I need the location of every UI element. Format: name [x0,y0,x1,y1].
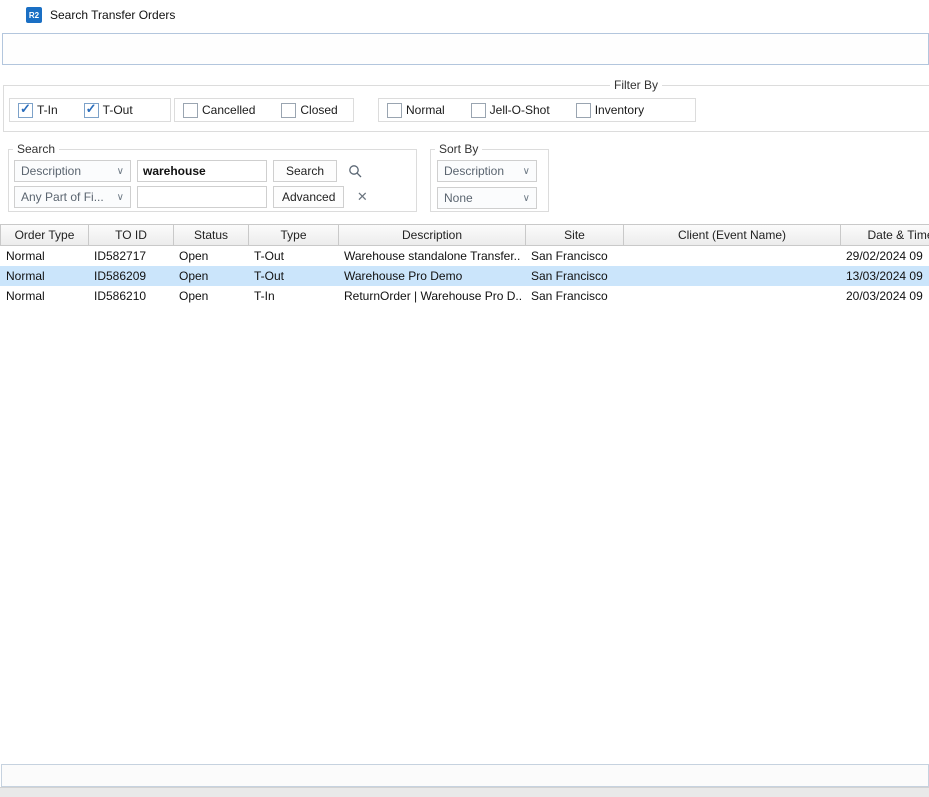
checkbox-label: Inventory [595,103,644,117]
search-button[interactable]: Search [273,160,337,182]
chevron-down-icon: ∨ [523,193,530,204]
column-header[interactable]: Status [174,224,249,246]
table-cell: ReturnOrder | Warehouse Pro D.. [338,289,525,303]
sort-secondary-value: None [444,191,473,205]
toolbar-panel [2,33,929,65]
transfer-direction-group: T-In T-Out [9,98,171,122]
table-cell: Normal [0,269,88,283]
checkbox-normal[interactable]: Normal [387,103,445,118]
checkbox-icon [18,103,33,118]
search-secondary-input[interactable] [137,186,267,208]
checkbox-label: T-Out [103,103,133,117]
search-row-1: Description ∨ Search [9,160,416,182]
table-body: NormalID582717OpenT-OutWarehouse standal… [0,246,929,306]
window-bottom-edge [0,787,929,797]
search-group: Search Description ∨ Search Any Part of … [8,142,417,212]
table-cell: Open [173,249,248,263]
table-cell: ID586210 [88,289,173,303]
status-bar [1,764,929,787]
checkbox-icon [387,103,402,118]
checkbox-label: Normal [406,103,445,117]
checkbox-label: T-In [37,103,58,117]
chevron-down-icon: ∨ [523,166,530,177]
table-row[interactable]: NormalID582717OpenT-OutWarehouse standal… [0,246,929,266]
search-match-dropdown[interactable]: Any Part of Fi... ∨ [14,186,131,208]
sort-primary-value: Description [444,164,504,178]
column-header[interactable]: Description [339,224,526,246]
checkbox-icon [576,103,591,118]
checkbox-t-in[interactable]: T-In [18,103,58,118]
table-cell: T-Out [248,249,338,263]
filter-by-label: Filter By [610,78,662,92]
table-cell: San Francisco [525,289,623,303]
column-header[interactable]: Order Type [1,224,89,246]
search-field-dropdown[interactable]: Description ∨ [14,160,131,182]
order-kind-filter-group: Normal Jell-O-Shot Inventory [378,98,696,122]
table-row[interactable]: NormalID586210OpenT-InReturnOrder | Ware… [0,286,929,306]
checkbox-label: Jell-O-Shot [490,103,550,117]
status-filter-group: Cancelled Closed [174,98,354,122]
table-cell: ID586209 [88,269,173,283]
sort-by-group: Sort By Description ∨ None ∨ [430,142,549,212]
search-match-value: Any Part of Fi... [21,190,104,204]
search-icon[interactable] [343,160,367,182]
results-table: Order TypeTO IDStatusTypeDescriptionSite… [0,224,929,762]
chevron-down-icon: ∨ [117,192,124,203]
app-icon: R2 [26,7,42,23]
table-cell: San Francisco [525,269,623,283]
checkbox-icon [471,103,486,118]
checkbox-label: Cancelled [202,103,255,117]
search-field-value: Description [21,164,81,178]
table-cell: San Francisco [525,249,623,263]
table-cell: Open [173,289,248,303]
column-header[interactable]: Date & Time [841,224,929,246]
table-cell: Open [173,269,248,283]
advanced-button[interactable]: Advanced [273,186,344,208]
table-cell: T-Out [248,269,338,283]
window-title: Search Transfer Orders [50,8,175,22]
sort-by-label: Sort By [435,142,482,156]
sort-primary-dropdown[interactable]: Description ∨ [437,160,537,182]
checkbox-icon [183,103,198,118]
sort-secondary-dropdown[interactable]: None ∨ [437,187,537,209]
chevron-down-icon: ∨ [117,166,124,177]
table-cell: Warehouse Pro Demo [338,269,525,283]
filter-by-group: Filter By T-In T-Out Cancelled Closed [3,78,929,132]
checkbox-cancelled[interactable]: Cancelled [183,103,255,118]
column-header[interactable]: TO ID [89,224,174,246]
table-cell: Normal [0,249,88,263]
table-cell: Warehouse standalone Transfer.. [338,249,525,263]
column-header[interactable]: Client (Event Name) [624,224,841,246]
table-cell: 29/02/2024 09 [840,249,929,263]
checkbox-closed[interactable]: Closed [281,103,337,118]
checkbox-inventory[interactable]: Inventory [576,103,644,118]
search-query-input[interactable] [137,160,267,182]
checkbox-jell-o-shot[interactable]: Jell-O-Shot [471,103,550,118]
table-cell: Normal [0,289,88,303]
checkbox-label: Closed [300,103,337,117]
table-cell: 20/03/2024 09 [840,289,929,303]
table-header: Order TypeTO IDStatusTypeDescriptionSite… [0,224,929,246]
checkbox-icon [84,103,99,118]
search-row-2: Any Part of Fi... ∨ Advanced ✕ [9,186,416,208]
table-row[interactable]: NormalID586209OpenT-OutWarehouse Pro Dem… [0,266,929,286]
search-group-label: Search [13,142,59,156]
column-header[interactable]: Type [249,224,339,246]
table-cell: 13/03/2024 09 [840,269,929,283]
table-cell: T-In [248,289,338,303]
checkbox-t-out[interactable]: T-Out [84,103,133,118]
checkbox-icon [281,103,296,118]
sort-controls: Description ∨ None ∨ [431,160,548,209]
clear-icon[interactable]: ✕ [350,186,374,208]
table-cell: ID582717 [88,249,173,263]
search-transfer-orders-window: R2 Search Transfer Orders Filter By T-In… [0,0,929,797]
title-bar: R2 Search Transfer Orders [0,0,929,30]
column-header[interactable]: Site [526,224,624,246]
